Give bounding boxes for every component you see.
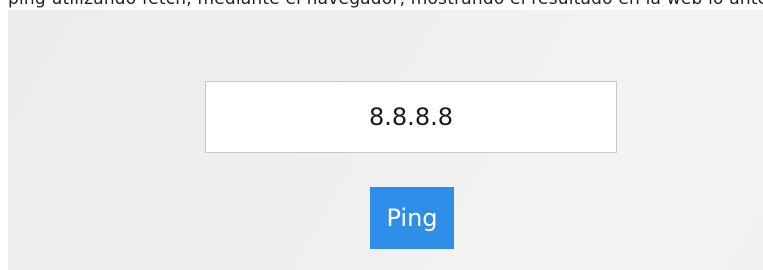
ping-panel: Ping — [8, 10, 763, 270]
ping-button[interactable]: Ping — [370, 187, 454, 249]
ip-address-input[interactable] — [205, 81, 617, 153]
top-cropped-text: ping utilizando fetch, mediante el naveg… — [8, 0, 763, 10]
top-text-strip: ping utilizando fetch, mediante el naveg… — [0, 0, 763, 10]
